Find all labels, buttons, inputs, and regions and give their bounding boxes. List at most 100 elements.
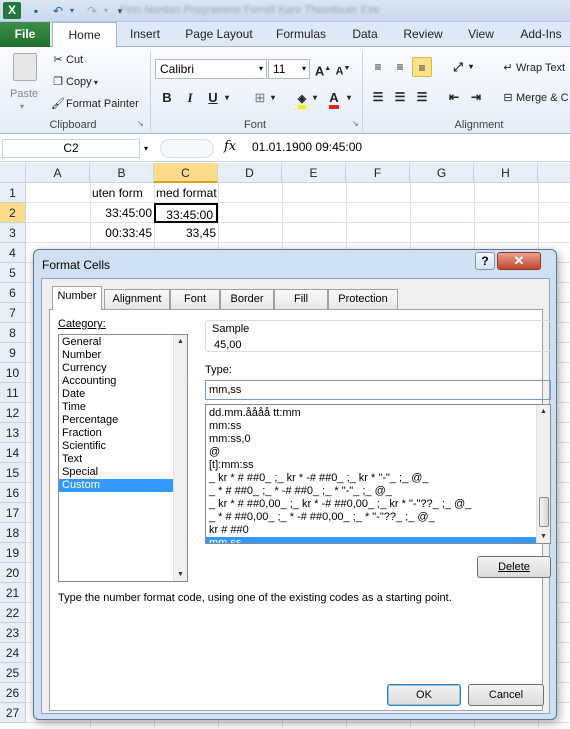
category-item[interactable]: Scientific xyxy=(59,440,187,453)
format-item[interactable]: _ kr * # ##0,00_ ;_ kr * -# ##0,00_ ;_ k… xyxy=(206,498,536,511)
middle-align-icon[interactable]: ≡ xyxy=(390,57,410,77)
category-item[interactable]: Currency xyxy=(59,362,187,375)
paste-dropdown-icon[interactable]: ▾ xyxy=(20,102,24,111)
row-header-17[interactable]: 17 xyxy=(0,503,26,523)
cancel-button[interactable]: Cancel xyxy=(468,684,544,706)
tab-protection[interactable]: Protection xyxy=(328,289,398,309)
name-box[interactable]: C2 xyxy=(2,139,140,158)
category-item[interactable]: Number xyxy=(59,349,187,362)
cell-b3[interactable]: 00:33:45 xyxy=(90,223,152,243)
row-header-15[interactable]: 15 xyxy=(0,463,26,483)
tab-review[interactable]: Review xyxy=(396,22,450,47)
align-center-icon[interactable]: ☰ xyxy=(390,87,410,107)
tab-number[interactable]: Number xyxy=(52,286,102,310)
row-header-4[interactable]: 4 xyxy=(0,243,26,263)
scroll-down-icon[interactable]: ▼ xyxy=(537,530,550,543)
column-header-d[interactable]: D xyxy=(218,163,282,183)
underline-button[interactable]: U xyxy=(203,88,223,108)
formula-input[interactable]: 01.01.1900 09:45:00 xyxy=(252,140,362,154)
row-header-16[interactable]: 16 xyxy=(0,483,26,503)
format-item[interactable]: _ * # ##0_ ;_ * -# ##0_ ;_ * "-"_ ;_ @_ xyxy=(206,485,536,498)
format-item[interactable]: mm:ss xyxy=(206,420,536,433)
increase-indent-icon[interactable]: ⇥ xyxy=(466,87,486,107)
row-header-27[interactable]: 27 xyxy=(0,703,26,723)
tab-file[interactable]: File xyxy=(0,22,50,47)
excel-logo-icon[interactable]: X xyxy=(3,2,21,19)
format-item[interactable]: @ xyxy=(206,446,536,459)
fill-color-icon[interactable]: ◈ xyxy=(292,88,312,109)
tab-font[interactable]: Font xyxy=(170,289,220,309)
row-header-20[interactable]: 20 xyxy=(0,563,26,583)
wrap-text-button[interactable]: ↵ Wrap Text xyxy=(500,61,565,75)
cell-c1[interactable]: med format xyxy=(156,183,217,203)
row-header-13[interactable]: 13 xyxy=(0,423,26,443)
row-header-7[interactable]: 7 xyxy=(0,303,26,323)
tab-insert[interactable]: Insert xyxy=(120,22,170,47)
row-header-19[interactable]: 19 xyxy=(0,543,26,563)
paste-button[interactable]: Paste xyxy=(10,88,38,100)
font-size-combo[interactable]: 11 ▾ xyxy=(268,59,310,79)
fill-color-dropdown-icon[interactable]: ▾ xyxy=(310,88,320,108)
category-listbox[interactable]: General Number Currency Accounting Date Time P… xyxy=(58,334,188,582)
borders-dropdown-icon[interactable]: ▾ xyxy=(268,88,278,108)
cell-b2[interactable]: 33:45:00 xyxy=(90,203,152,223)
scroll-down-icon[interactable]: ▼ xyxy=(174,568,187,581)
tab-fill[interactable]: Fill xyxy=(274,289,328,309)
category-item[interactable]: Percentage xyxy=(59,414,187,427)
row-header-25[interactable]: 25 xyxy=(0,663,26,683)
row-header-11[interactable]: 11 xyxy=(0,383,26,403)
tab-alignment[interactable]: Alignment xyxy=(104,289,170,309)
format-scrollbar[interactable]: ▲ ▼ xyxy=(536,405,550,543)
format-item[interactable]: [t]:mm:ss xyxy=(206,459,536,472)
row-header-26[interactable]: 26 xyxy=(0,683,26,703)
underline-dropdown-icon[interactable]: ▾ xyxy=(222,88,232,108)
row-header-8[interactable]: 8 xyxy=(0,323,26,343)
row-header-9[interactable]: 9 xyxy=(0,343,26,363)
paste-icon[interactable] xyxy=(8,53,42,91)
column-header-c[interactable]: C xyxy=(154,163,218,183)
bottom-align-icon[interactable]: ≡ xyxy=(412,57,432,77)
save-icon[interactable]: ▪ xyxy=(28,3,44,19)
category-item[interactable]: Special xyxy=(59,466,187,479)
align-left-icon[interactable]: ☰ xyxy=(368,87,388,107)
row-header-10[interactable]: 10 xyxy=(0,363,26,383)
tab-data[interactable]: Data xyxy=(342,22,388,47)
cell-b1[interactable]: uten form xyxy=(92,183,143,203)
tab-add-ins[interactable]: Add-Ins xyxy=(512,22,570,47)
column-header-b[interactable]: B xyxy=(90,163,154,183)
column-header-partial[interactable] xyxy=(538,163,570,183)
italic-button[interactable]: I xyxy=(180,88,200,108)
row-header-23[interactable]: 23 xyxy=(0,623,26,643)
scrollbar-thumb[interactable] xyxy=(539,497,549,527)
tab-formulas[interactable]: Formulas xyxy=(268,22,334,47)
column-header-f[interactable]: F xyxy=(346,163,410,183)
column-header-a[interactable]: A xyxy=(26,163,90,183)
row-header-5[interactable]: 5 xyxy=(0,263,26,283)
copy-button[interactable]: ❐ Copy ▾ xyxy=(50,75,98,89)
grow-font-button[interactable]: A▲ xyxy=(313,59,333,79)
font-color-dropdown-icon[interactable]: ▾ xyxy=(344,88,354,108)
row-header-21[interactable]: 21 xyxy=(0,583,26,603)
tab-page-layout[interactable]: Page Layout xyxy=(178,22,260,47)
select-all-corner[interactable] xyxy=(0,163,26,183)
orientation-icon[interactable]: ⤢ xyxy=(448,57,468,77)
row-header-1[interactable]: 1 xyxy=(0,183,26,203)
scroll-up-icon[interactable]: ▲ xyxy=(174,335,187,348)
cut-button[interactable]: ✂ Cut xyxy=(50,53,83,67)
scroll-up-icon[interactable]: ▲ xyxy=(537,405,550,418)
tab-border[interactable]: Border xyxy=(220,289,274,309)
chevron-down-icon[interactable]: ▾ xyxy=(259,60,263,78)
format-painter-button[interactable]: 🖌Format Painter xyxy=(50,97,139,111)
format-item[interactable]: _ * # ##0,00_ ;_ * -# ##0,00_ ;_ * "-"??… xyxy=(206,511,536,524)
orientation-dropdown-icon[interactable]: ▾ xyxy=(466,57,476,77)
category-item[interactable]: Text xyxy=(59,453,187,466)
row-header-6[interactable]: 6 xyxy=(0,283,26,303)
delete-button[interactable]: Delete xyxy=(477,556,551,578)
borders-icon[interactable]: ⊞ xyxy=(250,88,270,108)
help-button[interactable]: ? xyxy=(475,252,495,270)
category-item[interactable]: Fraction xyxy=(59,427,187,440)
category-item[interactable]: Time xyxy=(59,401,187,414)
row-header-2[interactable]: 2 xyxy=(0,203,26,223)
cell-c3[interactable]: 33,45 xyxy=(154,223,216,243)
category-item[interactable]: Custom xyxy=(59,479,187,492)
